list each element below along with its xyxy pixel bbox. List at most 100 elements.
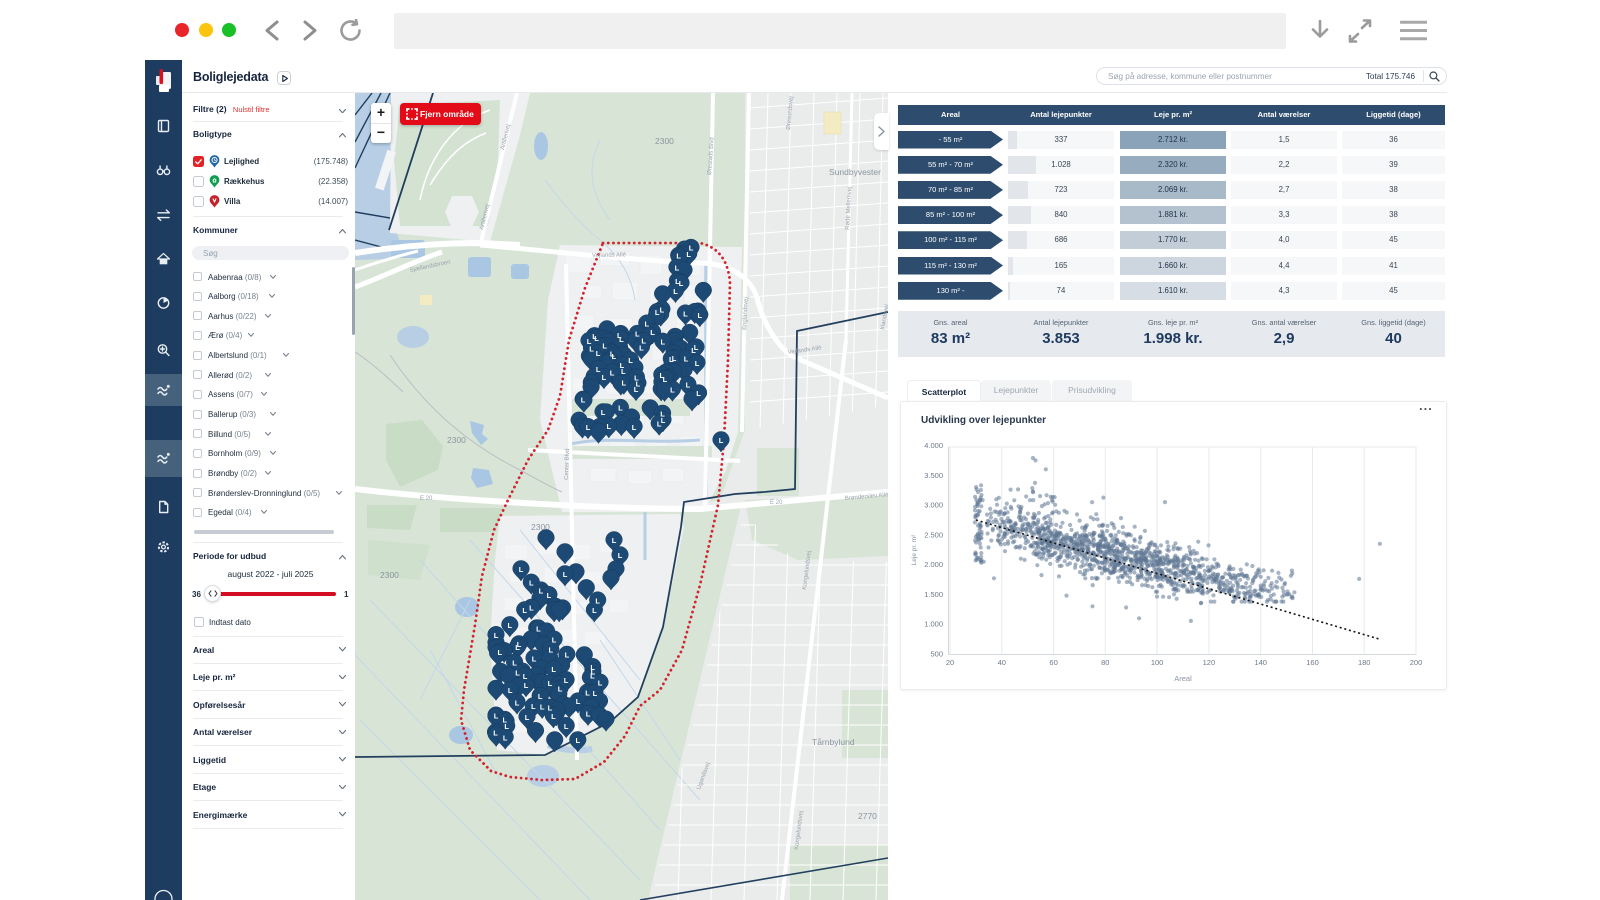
svg-text:L: L xyxy=(551,712,556,721)
svg-text:L: L xyxy=(639,343,644,352)
svg-text:L: L xyxy=(585,688,590,697)
svg-text:L: L xyxy=(508,621,513,630)
svg-text:L: L xyxy=(529,579,534,588)
svg-text:L: L xyxy=(586,423,591,432)
svg-text:L: L xyxy=(622,379,627,388)
svg-text:L: L xyxy=(552,635,557,644)
svg-text:L: L xyxy=(612,352,617,361)
svg-text:L: L xyxy=(607,422,612,431)
svg-text:L: L xyxy=(594,334,599,343)
svg-text:L: L xyxy=(523,672,528,681)
svg-text:L: L xyxy=(673,287,678,296)
svg-text:L: L xyxy=(657,420,662,429)
svg-text:L: L xyxy=(504,722,509,731)
svg-text:L: L xyxy=(655,308,660,317)
svg-text:L: L xyxy=(508,686,513,695)
svg-text:3.500: 3.500 xyxy=(924,471,943,480)
svg-text:L: L xyxy=(684,355,689,364)
svg-text:L: L xyxy=(595,596,600,605)
svg-text:60: 60 xyxy=(1049,658,1057,667)
svg-text:100: 100 xyxy=(1151,658,1164,667)
svg-text:L: L xyxy=(596,349,601,358)
svg-text:L: L xyxy=(529,604,534,613)
svg-text:L: L xyxy=(564,676,569,685)
svg-text:L: L xyxy=(612,536,617,545)
svg-text:L: L xyxy=(576,697,581,706)
svg-text:L: L xyxy=(686,381,691,390)
svg-text:Areal: Areal xyxy=(1174,674,1192,683)
svg-text:L: L xyxy=(512,659,517,668)
svg-text:L: L xyxy=(564,722,569,731)
svg-text:160: 160 xyxy=(1306,658,1319,667)
svg-text:L: L xyxy=(635,330,640,339)
svg-text:L: L xyxy=(524,681,529,690)
svg-text:L: L xyxy=(590,672,595,681)
svg-text:L: L xyxy=(602,342,607,351)
svg-text:L: L xyxy=(695,359,700,368)
svg-text:L: L xyxy=(661,338,666,347)
svg-text:L: L xyxy=(519,565,524,574)
svg-text:L: L xyxy=(498,648,503,657)
svg-text:L: L xyxy=(602,373,607,382)
svg-text:L: L xyxy=(679,279,684,288)
svg-text:L: L xyxy=(698,311,703,320)
svg-text:2.500: 2.500 xyxy=(924,530,943,539)
svg-text:180: 180 xyxy=(1358,658,1371,667)
svg-text:L: L xyxy=(598,678,603,687)
svg-text:4.000: 4.000 xyxy=(924,441,943,450)
svg-text:140: 140 xyxy=(1254,658,1267,667)
svg-text:L: L xyxy=(532,654,537,663)
svg-text:L: L xyxy=(581,396,586,405)
svg-text:500: 500 xyxy=(930,650,943,659)
svg-text:L: L xyxy=(551,665,556,674)
svg-text:L: L xyxy=(549,645,554,654)
svg-text:L: L xyxy=(632,423,637,432)
svg-text:L: L xyxy=(525,713,530,722)
svg-text:L: L xyxy=(592,606,597,615)
svg-text:L: L xyxy=(596,365,601,374)
svg-text:L: L xyxy=(536,624,541,633)
svg-text:L: L xyxy=(663,375,668,384)
svg-text:L: L xyxy=(618,551,623,560)
svg-text:L: L xyxy=(493,728,498,737)
svg-text:L: L xyxy=(522,606,527,615)
svg-text:L: L xyxy=(548,679,553,688)
svg-text:L: L xyxy=(610,368,615,377)
svg-text:L: L xyxy=(686,250,691,259)
svg-text:L: L xyxy=(515,669,520,678)
svg-text:L: L xyxy=(538,692,543,701)
svg-text:20: 20 xyxy=(946,658,954,667)
svg-text:L: L xyxy=(547,591,552,600)
svg-text:2.000: 2.000 xyxy=(924,560,943,569)
svg-text:L: L xyxy=(565,651,570,660)
svg-text:L: L xyxy=(494,631,499,640)
svg-text:L: L xyxy=(670,385,675,394)
svg-text:L: L xyxy=(683,309,688,318)
svg-text:L: L xyxy=(563,570,568,579)
svg-text:L: L xyxy=(503,733,508,742)
svg-text:L: L xyxy=(719,436,724,445)
svg-text:L: L xyxy=(675,264,680,273)
svg-text:L: L xyxy=(619,335,624,344)
svg-text:L: L xyxy=(650,328,655,337)
svg-text:L: L xyxy=(601,408,606,417)
svg-text:L: L xyxy=(618,404,623,413)
svg-text:L: L xyxy=(589,344,594,353)
svg-text:200: 200 xyxy=(1410,658,1423,667)
svg-text:L: L xyxy=(628,356,633,365)
svg-text:L: L xyxy=(515,643,520,652)
svg-text:L: L xyxy=(539,586,544,595)
svg-text:L: L xyxy=(634,385,639,394)
svg-text:L: L xyxy=(696,389,701,398)
svg-text:L: L xyxy=(691,346,696,355)
svg-text:L: L xyxy=(593,689,598,698)
svg-text:Leje pr. m²: Leje pr. m² xyxy=(911,534,918,566)
svg-text:3.000: 3.000 xyxy=(924,501,943,510)
svg-text:80: 80 xyxy=(1101,658,1109,667)
svg-text:L: L xyxy=(515,698,520,707)
svg-text:L: L xyxy=(669,355,674,364)
svg-text:L: L xyxy=(586,710,591,719)
svg-text:120: 120 xyxy=(1203,658,1216,667)
svg-text:1.000: 1.000 xyxy=(924,620,943,629)
svg-text:1.500: 1.500 xyxy=(924,590,943,599)
